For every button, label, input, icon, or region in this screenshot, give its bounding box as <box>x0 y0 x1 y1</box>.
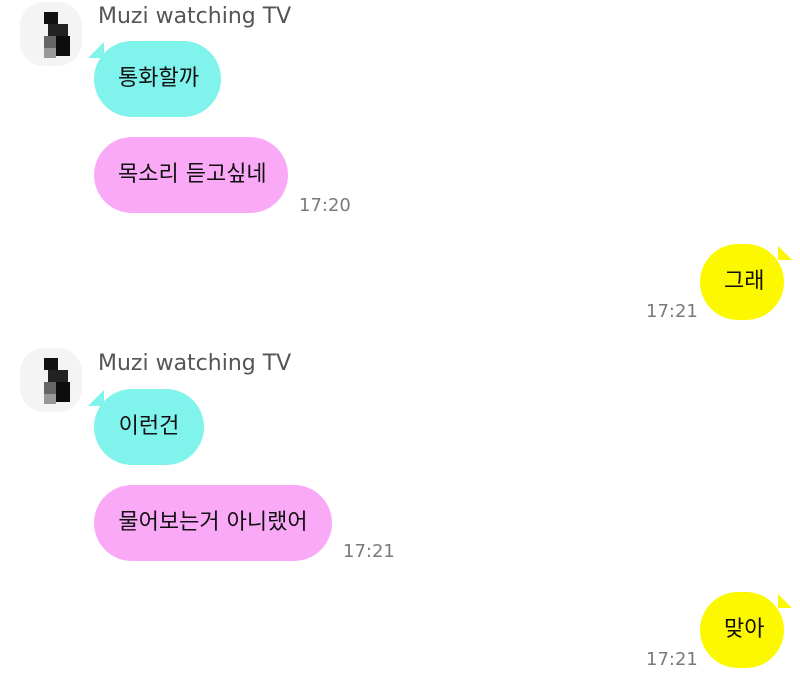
avatar-pixel <box>56 36 70 56</box>
message-timestamp: 17:20 <box>299 195 351 216</box>
avatar-pixel <box>48 370 68 382</box>
incoming-message[interactable]: 통화할까 <box>94 41 221 117</box>
outgoing-message[interactable]: 맞아 <box>700 592 784 668</box>
avatar-pixel <box>44 48 56 58</box>
avatar-pixel <box>48 24 68 36</box>
bubble-tail <box>778 246 792 260</box>
message-timestamp: 17:21 <box>646 301 698 322</box>
outgoing-message[interactable]: 그래 <box>700 244 784 320</box>
avatar-pixel <box>44 36 56 48</box>
avatar-pixel <box>44 382 56 394</box>
message-timestamp: 17:21 <box>646 649 698 670</box>
incoming-message[interactable]: 물어보는거 아니랬어 <box>94 485 332 561</box>
incoming-message[interactable]: 이런건 <box>94 389 204 465</box>
avatar-pixel <box>56 382 70 402</box>
avatar-pixel <box>44 358 58 370</box>
sender-name: Muzi watching TV <box>98 351 292 376</box>
avatar[interactable] <box>20 348 82 412</box>
incoming-message[interactable]: 목소리 듣고싶네 <box>94 137 288 213</box>
sender-name: Muzi watching TV <box>98 4 292 29</box>
avatar-pixel <box>44 394 56 404</box>
avatar-pixel <box>44 12 58 24</box>
avatar[interactable] <box>20 2 82 66</box>
message-timestamp: 17:21 <box>343 541 395 562</box>
bubble-tail <box>778 594 792 608</box>
